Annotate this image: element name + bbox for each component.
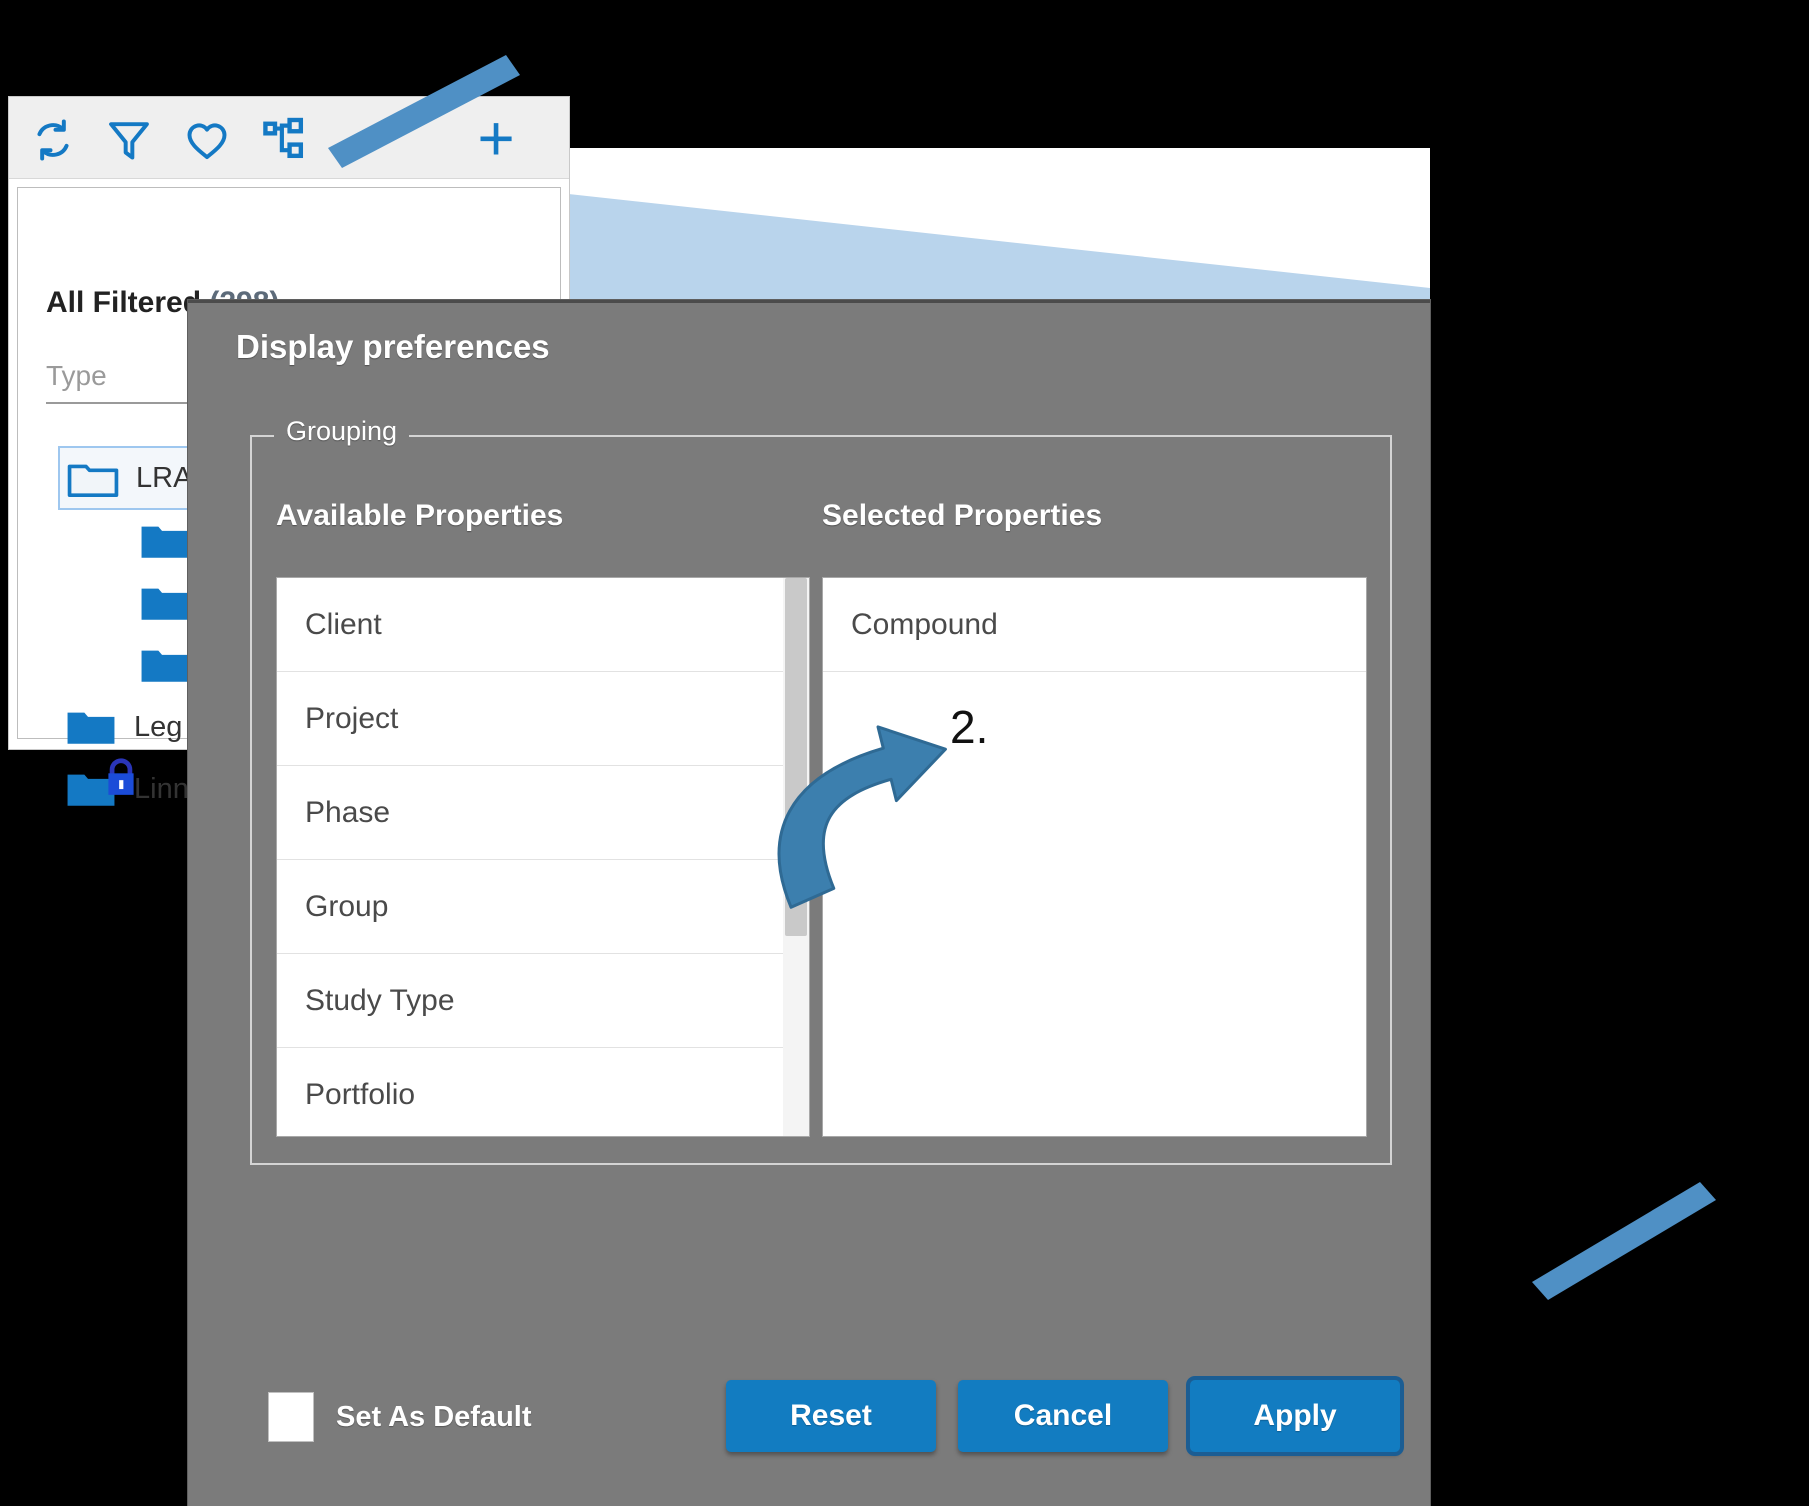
list-item[interactable]: Phase <box>277 766 809 860</box>
filter-icon[interactable] <box>103 115 155 165</box>
dialog-button-row: Reset Cancel Apply <box>726 1380 1400 1452</box>
apply-button[interactable]: Apply <box>1190 1380 1400 1452</box>
tree-item-label: Leg <box>134 710 183 743</box>
display-preferences-dialog: Display preferences Grouping Available P… <box>188 300 1430 1506</box>
dialog-title: Display preferences <box>236 328 550 365</box>
favorite-heart-icon[interactable] <box>181 115 233 165</box>
add-button[interactable]: + <box>464 106 528 171</box>
set-as-default-checkbox[interactable] <box>268 1392 314 1442</box>
list-item[interactable]: Portfolio <box>277 1048 809 1136</box>
step-number-2: 2. <box>950 701 989 753</box>
pointer-line-apply <box>1532 1182 1716 1300</box>
list-item[interactable]: Project <box>277 672 809 766</box>
cancel-button[interactable]: Cancel <box>958 1380 1168 1452</box>
dialog-footer: Set As Default Reset Cancel Apply <box>188 1306 1430 1506</box>
set-as-default-row[interactable]: Set As Default <box>268 1392 532 1442</box>
available-properties-header: Available Properties <box>276 499 564 532</box>
set-as-default-label: Set As Default <box>336 1400 532 1433</box>
lock-icon <box>94 756 134 795</box>
list-item[interactable]: Study Type <box>277 954 809 1048</box>
available-list-scrollbar[interactable] <box>783 578 809 1136</box>
grouping-fieldset: Grouping Available Properties Selected P… <box>250 416 1392 1165</box>
folder-icon <box>138 644 192 686</box>
tree-item-label: LRA <box>136 461 193 494</box>
reset-button[interactable]: Reset <box>726 1380 936 1452</box>
filter-title-text: All Filtered <box>46 286 202 319</box>
available-properties-list[interactable]: Client Project Phase Group Study Type Po… <box>276 577 810 1137</box>
list-item[interactable]: Client <box>277 578 809 672</box>
refresh-icon[interactable] <box>27 115 79 165</box>
grouping-legend: Grouping <box>274 416 410 447</box>
folder-icon <box>138 582 192 624</box>
selected-properties-header: Selected Properties <box>822 499 1103 532</box>
list-item[interactable]: Group <box>277 860 809 954</box>
scrollbar-thumb[interactable] <box>785 578 807 936</box>
selected-properties-list[interactable]: Compound <box>822 577 1367 1137</box>
grouping-icon[interactable] <box>259 115 311 165</box>
browser-toolbar: + <box>9 97 569 179</box>
list-item[interactable]: Compound <box>823 578 1366 672</box>
screenshot-canvas: + All Filtered (298) Type LRA <box>0 0 1809 1506</box>
folder-icon <box>64 706 118 748</box>
folder-open-icon <box>66 457 120 499</box>
folder-icon <box>64 758 134 810</box>
folder-icon <box>138 520 192 562</box>
